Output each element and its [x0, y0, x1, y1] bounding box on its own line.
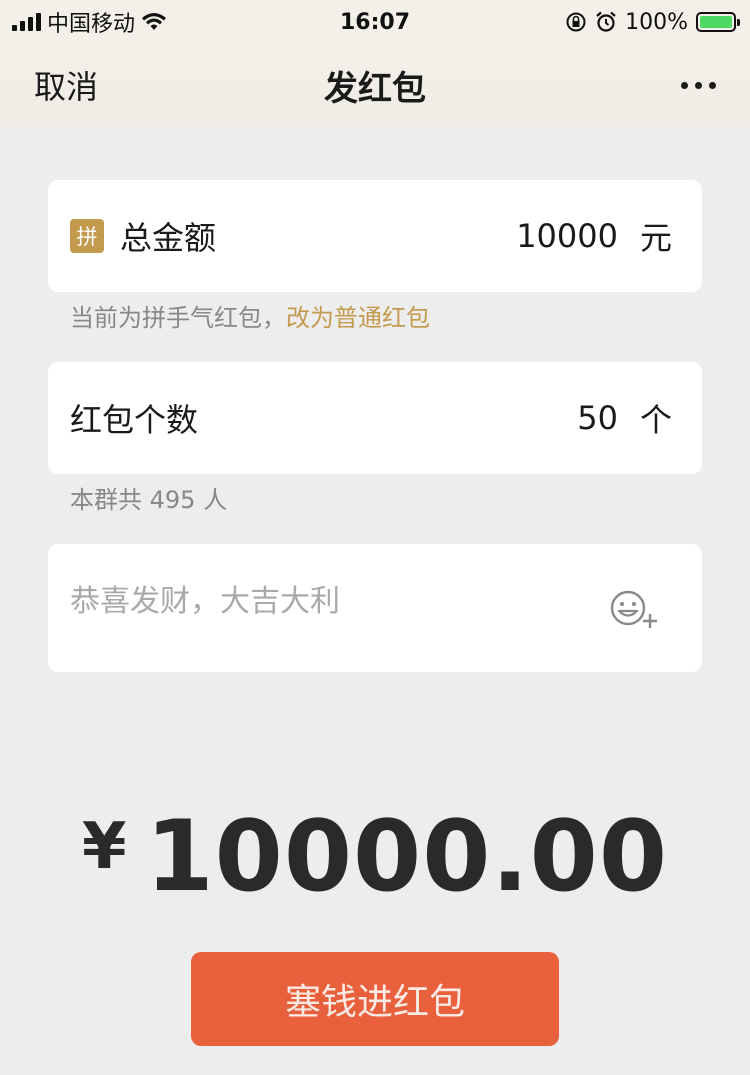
packet-type-hint: 当前为拼手气红包，改为普通红包	[70, 298, 430, 333]
packet-count-unit: 个	[639, 401, 672, 439]
packet-count-row: 红包个数 50 个	[48, 362, 702, 474]
nav-bar: 取消 发红包	[0, 44, 750, 126]
rotation-lock-icon	[566, 12, 586, 32]
total-amount-input[interactable]: 10000	[516, 217, 618, 255]
switch-to-normal-link[interactable]: 改为普通红包	[286, 304, 430, 332]
packet-count-input[interactable]: 50	[577, 399, 618, 437]
battery-percent: 100%	[625, 9, 688, 35]
group-member-hint: 本群共 495 人	[70, 486, 228, 514]
status-right: 100%	[565, 9, 740, 35]
total-amount-label: 总金额	[120, 219, 217, 257]
total-amount-card[interactable]: 拼 总金额 10000 元	[48, 180, 702, 292]
greeting-card	[48, 544, 702, 672]
alarm-icon	[596, 11, 616, 32]
signal-icon	[12, 13, 41, 31]
packet-count-card[interactable]: 红包个数 50 个	[48, 362, 702, 474]
packet-count-label: 红包个数	[70, 401, 199, 439]
submit-button[interactable]: 塞钱进红包	[191, 952, 559, 1046]
status-left: 中国移动	[12, 6, 167, 38]
more-icon[interactable]	[681, 72, 716, 99]
total-amount-display: 10000.00	[145, 800, 669, 914]
lucky-badge-icon: 拼	[70, 219, 104, 253]
currency-symbol: ¥	[81, 810, 128, 884]
total-amount-row: 拼 总金额 10000 元	[48, 180, 702, 292]
packet-type-text: 当前为拼手气红包，	[70, 304, 286, 332]
total-display: ¥10000.00	[0, 800, 750, 914]
total-amount-unit: 元	[639, 219, 672, 257]
emoji-add-icon[interactable]	[608, 588, 662, 632]
cancel-button[interactable]: 取消	[34, 62, 98, 108]
page-title: 发红包	[324, 68, 426, 109]
wifi-icon	[142, 13, 167, 30]
carrier-label: 中国移动	[47, 12, 136, 37]
battery-charging-icon	[696, 12, 740, 32]
greeting-input[interactable]	[70, 584, 590, 619]
status-bar: 中国移动 16:07 100%	[0, 0, 750, 44]
page: 中国移动 16:07 100% 取消 发红包 拼 总金额 10000 元 当前为…	[0, 0, 750, 1075]
